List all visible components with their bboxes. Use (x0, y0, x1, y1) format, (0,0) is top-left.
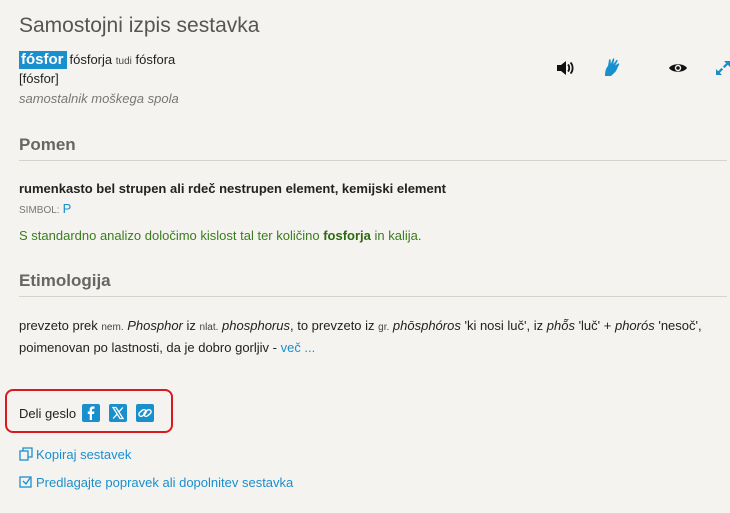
etym-word: phō̃s (546, 318, 575, 333)
sign-language-icon[interactable] (602, 58, 622, 78)
etym-word: phorós (614, 318, 655, 333)
copy-entry-label: Kopiraj sestavek (36, 447, 132, 462)
etym-text: , to prevzeto iz (290, 318, 379, 333)
etym-lang: gr. (378, 322, 390, 333)
etym-lang: nem. (101, 322, 124, 333)
etym-lang: nlat. (199, 322, 219, 333)
copy-entry-link[interactable]: Kopiraj sestavek (19, 447, 131, 462)
etymology-text: prevzeto prek nem. Phosphor iz nlat. pho… (19, 316, 724, 358)
etym-text: prevzeto prek (19, 318, 102, 333)
example-keyword: fosforja (323, 228, 371, 243)
x-share-button[interactable] (109, 404, 127, 422)
suggest-correction-link[interactable]: Predlagajte popravek ali dopolnitev sest… (19, 475, 293, 490)
expand-icon[interactable] (715, 60, 730, 76)
example-sentence: S standardno analizo določimo kislost ta… (19, 228, 421, 243)
speaker-icon[interactable] (556, 60, 574, 76)
link-icon (138, 408, 152, 418)
share-label: Deli geslo (19, 406, 77, 421)
tudi-label: tudi (115, 56, 132, 67)
link-share-button[interactable] (136, 404, 154, 422)
pronunciation: [fósfor] (19, 71, 59, 86)
entry-toolbar (554, 58, 730, 80)
etymology-heading: Etimologija (19, 271, 727, 297)
symbol-label: SIMBOL: (19, 205, 60, 216)
etym-text: iz (182, 318, 200, 333)
part-of-speech: samostalnik moškega spola (19, 91, 179, 106)
definition: rumenkasto bel strupen ali rdeč nestrupe… (19, 181, 446, 196)
etym-word: Phosphor (127, 318, 183, 333)
eye-icon[interactable] (668, 61, 688, 75)
variant-form: fósfora (135, 52, 176, 67)
genitive-form: fósforja (69, 52, 113, 67)
suggest-correction-label: Predlagajte popravek ali dopolnitev sest… (36, 475, 294, 490)
facebook-icon (87, 406, 95, 420)
headword: fósfor (19, 51, 67, 69)
example-text-start: S standardno analizo določimo kislost ta… (19, 228, 324, 243)
symbol-value[interactable]: P (63, 201, 72, 216)
page-title: Samostojni izpis sestavka (19, 14, 260, 37)
copy-icon (19, 447, 33, 461)
more-link[interactable]: več ... (281, 340, 316, 355)
edit-note-icon (19, 476, 32, 488)
meaning-heading: Pomen (19, 135, 727, 161)
etym-text: 'ki nosi luč', iz (460, 318, 547, 333)
x-icon (111, 406, 125, 420)
etym-word: phōsphóros (392, 318, 461, 333)
headword-line: fósfor fósforja tudi fósfora (19, 51, 175, 71)
etym-text: 'luč' + (574, 318, 615, 333)
example-text-end: in kalija. (370, 228, 422, 243)
facebook-share-button[interactable] (82, 404, 100, 422)
etym-word: phosphorus (222, 318, 290, 333)
symbol-line: SIMBOL: P (19, 201, 71, 216)
